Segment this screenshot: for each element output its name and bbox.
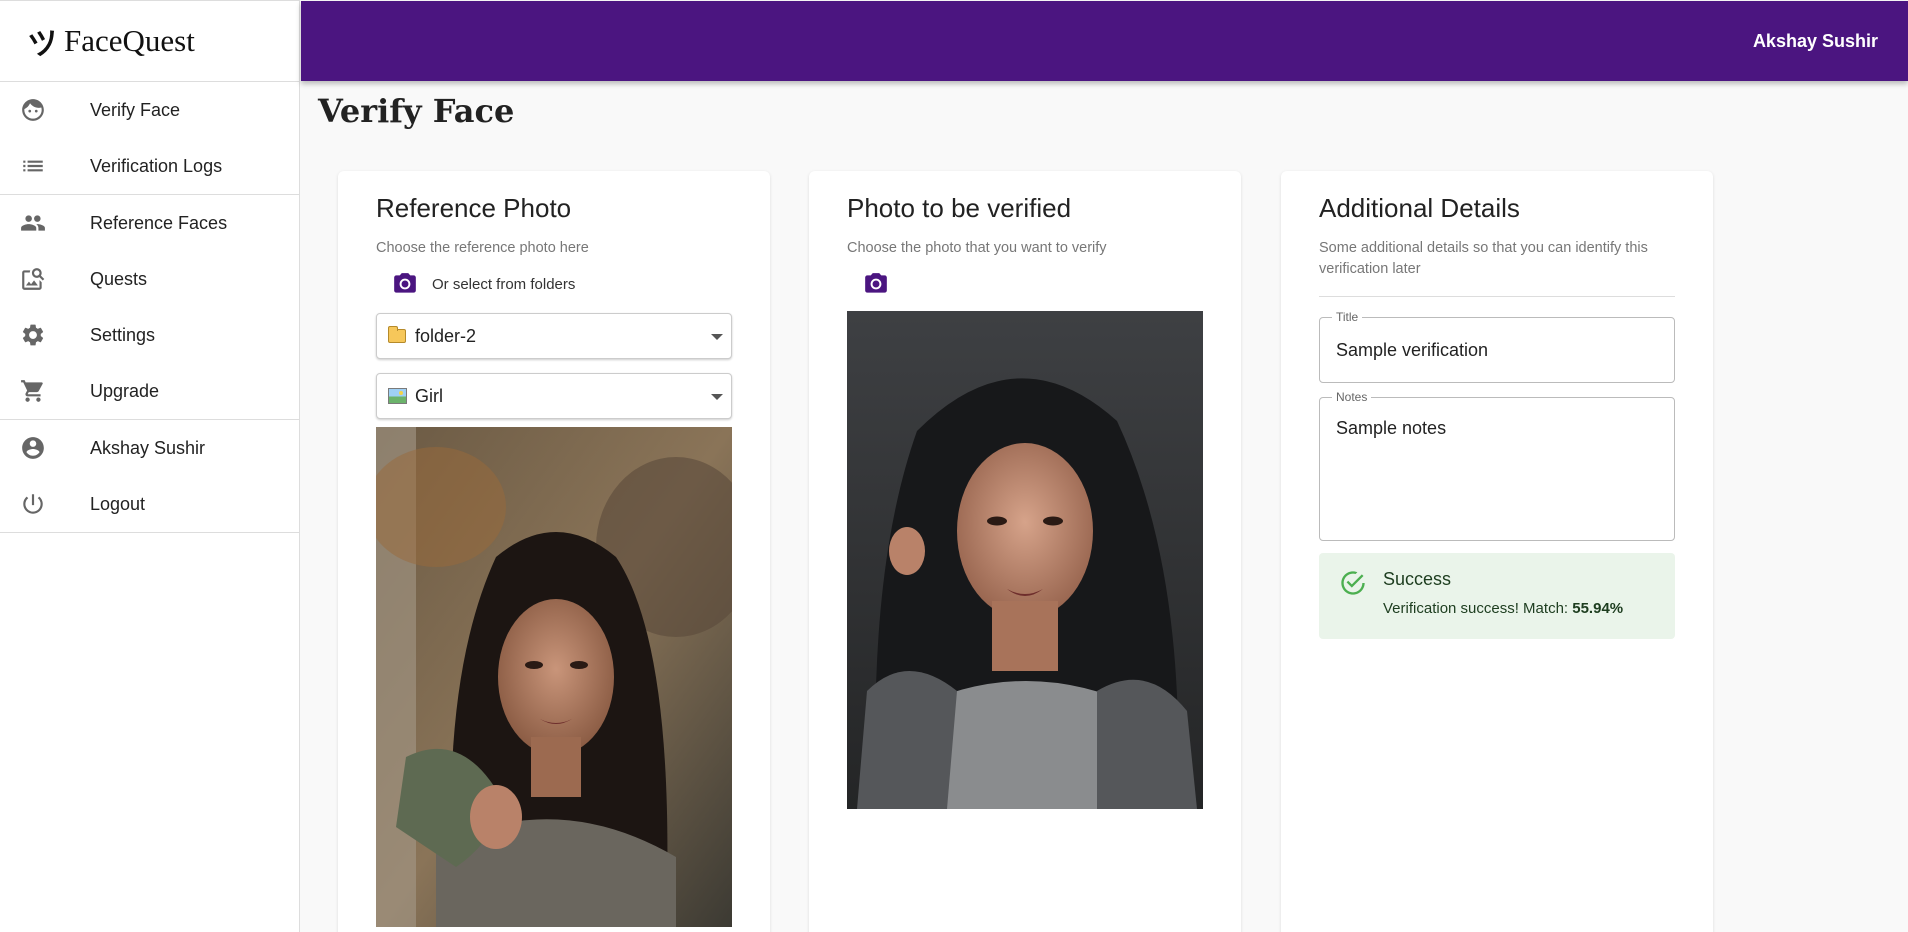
details-card-subtitle: Some additional details so that you can … xyxy=(1319,240,1648,277)
image-search-icon xyxy=(0,266,90,292)
image-select[interactable]: Girl xyxy=(376,373,732,419)
verify-photo-card: Photo to be verified Choose the photo th… xyxy=(809,171,1241,932)
alert-message: Verification success! Match: 55.94% xyxy=(1383,600,1623,617)
sidebar-item-verify-face[interactable]: Verify Face xyxy=(0,82,299,138)
sidebar-item-profile[interactable]: Akshay Sushir xyxy=(0,420,299,476)
reference-photo-preview xyxy=(376,427,732,927)
notes-field-label: Notes xyxy=(1332,390,1372,404)
details-card: Additional Details Some additional detai… xyxy=(1281,171,1713,932)
reference-photo-card: Reference Photo Choose the reference pho… xyxy=(338,171,770,932)
sidebar-item-label: Verification Logs xyxy=(90,155,223,176)
sidebar-item-settings[interactable]: Settings xyxy=(0,307,299,363)
folder-select-value: folder-2 xyxy=(415,325,477,346)
reference-card-subtitle: Choose the reference photo here xyxy=(376,240,589,256)
list-icon xyxy=(0,153,90,179)
folder-select-prompt: Or select from folders xyxy=(432,275,576,293)
picture-icon xyxy=(387,388,407,404)
gear-icon xyxy=(0,322,90,348)
sidebar-item-label: Settings xyxy=(90,324,156,345)
logo-mark: ツ xyxy=(25,24,60,65)
nav-group-verify: Verify Face Verification Logs xyxy=(0,82,299,195)
page-title: Verify Face xyxy=(318,92,515,130)
folder-icon xyxy=(387,326,407,343)
image-select-value: Girl xyxy=(415,385,443,406)
app-name: FaceQuest xyxy=(64,23,195,58)
account-circle-icon xyxy=(0,435,90,461)
alert-message-text: Verification success! Match: xyxy=(1383,600,1573,617)
sidebar-item-label: Akshay Sushir xyxy=(90,437,206,458)
verify-photo-preview xyxy=(847,311,1203,809)
top-app-bar: Akshay Sushir xyxy=(301,1,1908,81)
sidebar-item-logout[interactable]: Logout xyxy=(0,476,299,532)
sidebar-item-upgrade[interactable]: Upgrade xyxy=(0,363,299,419)
notes-field[interactable]: Notes Sample notes xyxy=(1319,390,1675,541)
notes-field-value[interactable]: Sample notes xyxy=(1336,418,1446,438)
reference-upload-row: Or select from folders xyxy=(376,269,732,299)
chevron-down-icon xyxy=(711,394,723,400)
success-alert: Success Verification success! Match: 55.… xyxy=(1319,553,1675,639)
nav-group-account: Akshay Sushir Logout xyxy=(0,420,299,533)
face-icon xyxy=(0,97,90,123)
reference-card-title: Reference Photo xyxy=(376,193,572,223)
sidebar: ツ FaceQuest Verify Face Verification Log… xyxy=(0,0,300,932)
header-user-name[interactable]: Akshay Sushir xyxy=(1753,31,1878,52)
app-logo[interactable]: ツ FaceQuest xyxy=(0,1,299,82)
chevron-down-icon xyxy=(711,334,723,340)
details-card-title: Additional Details xyxy=(1319,193,1520,223)
divider xyxy=(1319,296,1675,297)
match-score: 55.94% xyxy=(1572,600,1624,617)
alert-title: Success xyxy=(1383,569,1452,589)
cart-icon xyxy=(0,378,90,404)
verify-upload-row xyxy=(847,269,1203,299)
power-icon xyxy=(0,491,90,517)
sidebar-item-quests[interactable]: Quests xyxy=(0,251,299,307)
people-icon xyxy=(0,210,90,236)
verify-card-subtitle: Choose the photo that you want to verify xyxy=(847,240,1107,256)
sidebar-item-label: Verify Face xyxy=(90,99,181,120)
camera-icon[interactable] xyxy=(390,269,420,299)
sidebar-item-label: Upgrade xyxy=(90,380,160,401)
nav-group-manage: Reference Faces Quests Settings Upgrade xyxy=(0,195,299,420)
title-field-label: Title xyxy=(1332,310,1363,324)
sidebar-item-label: Quests xyxy=(90,268,148,289)
sidebar-item-verification-logs[interactable]: Verification Logs xyxy=(0,138,299,194)
check-circle-icon xyxy=(1339,569,1367,623)
title-field[interactable]: Title Sample verification xyxy=(1319,310,1675,383)
folder-select[interactable]: folder-2 xyxy=(376,313,732,359)
verify-card-title: Photo to be verified xyxy=(847,193,1072,223)
sidebar-item-label: Logout xyxy=(90,493,146,514)
title-field-value[interactable]: Sample verification xyxy=(1336,340,1488,361)
camera-icon[interactable] xyxy=(861,269,891,299)
sidebar-item-reference-faces[interactable]: Reference Faces xyxy=(0,195,299,251)
sidebar-item-label: Reference Faces xyxy=(90,212,228,233)
alert-body: Success Verification success! Match: 55.… xyxy=(1383,569,1623,623)
